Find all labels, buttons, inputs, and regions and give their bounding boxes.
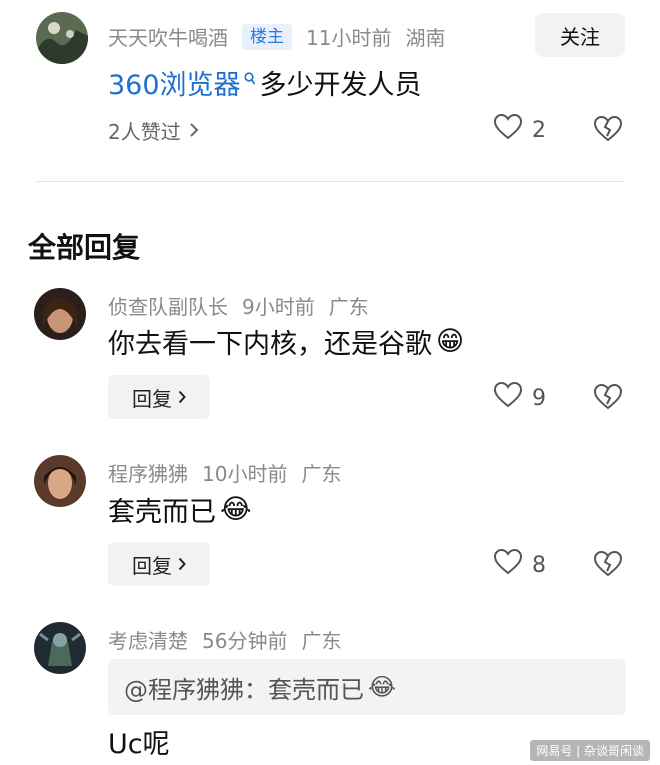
chevron-right-icon bbox=[189, 119, 199, 143]
reply-button-label: 回复 bbox=[132, 386, 172, 411]
broken-heart-icon bbox=[593, 115, 623, 146]
heart-icon bbox=[493, 381, 532, 414]
op-badge: 楼主 bbox=[242, 23, 292, 50]
avatar[interactable] bbox=[36, 12, 88, 64]
dislike-button[interactable] bbox=[593, 115, 623, 146]
reply-author[interactable]: 考虑清楚 bbox=[108, 625, 188, 654]
avatar[interactable] bbox=[34, 622, 86, 674]
like-button[interactable]: 2 bbox=[493, 113, 546, 146]
follow-button[interactable]: 关注 bbox=[535, 13, 625, 57]
post-time: 11小时前 bbox=[306, 26, 392, 50]
chevron-right-icon bbox=[178, 552, 186, 576]
reply-location: 广东 bbox=[301, 629, 342, 653]
like-count: 8 bbox=[532, 552, 546, 578]
grin-emoji-icon: 😁 bbox=[436, 326, 465, 357]
post-content-text: 多少开发人员 bbox=[259, 70, 422, 101]
avatar[interactable] bbox=[34, 455, 86, 507]
dislike-button[interactable] bbox=[593, 550, 623, 581]
search-icon bbox=[243, 62, 256, 93]
like-count: 9 bbox=[532, 385, 546, 411]
section-title: 全部回复 bbox=[28, 231, 141, 264]
like-button[interactable]: 8 bbox=[493, 548, 546, 581]
reply-location: 广东 bbox=[328, 295, 369, 319]
dislike-button[interactable] bbox=[593, 383, 623, 414]
reply-author[interactable]: 侦查队副队长 bbox=[108, 291, 228, 320]
heart-icon bbox=[493, 113, 532, 146]
liked-by-label: 2人赞过 bbox=[108, 120, 181, 144]
liked-by[interactable]: 2人赞过 bbox=[108, 116, 199, 145]
broken-heart-icon bbox=[593, 383, 623, 414]
reply-meta: 考虑清楚 56分钟前 广东 bbox=[108, 625, 355, 654]
reply-content: 套壳而已 😂 bbox=[108, 490, 252, 529]
broken-heart-icon bbox=[593, 550, 623, 581]
chevron-right-icon bbox=[178, 385, 186, 409]
divider bbox=[36, 181, 624, 182]
reply-meta: 程序狒狒 10小时前 广东 bbox=[108, 458, 355, 487]
quoted-reply[interactable]: @程序狒狒：套壳而已 😂 bbox=[108, 659, 626, 715]
reply-location: 广东 bbox=[301, 462, 342, 486]
reply-time: 10小时前 bbox=[202, 462, 288, 486]
post-author[interactable]: 天天吹牛喝酒 bbox=[108, 22, 228, 51]
quoted-text: @程序狒狒：套壳而已 bbox=[124, 675, 364, 704]
heart-icon bbox=[493, 548, 532, 581]
reply-text: 套壳而已 bbox=[108, 497, 216, 528]
reply-text: Uc呢 bbox=[108, 729, 170, 760]
watermark: 网易号 | 杂谈哥闲谈 bbox=[530, 740, 650, 761]
laugh-cry-emoji-icon: 😂 bbox=[368, 673, 397, 701]
reply-button[interactable]: 回复 bbox=[108, 375, 210, 419]
post-location: 湖南 bbox=[405, 26, 446, 50]
avatar[interactable] bbox=[34, 288, 86, 340]
like-count: 2 bbox=[532, 117, 546, 143]
laugh-cry-emoji-icon: 😂 bbox=[220, 494, 252, 525]
reply-content: 你去看一下内核，还是谷歌 😁 bbox=[108, 322, 464, 361]
reply-time: 9小时前 bbox=[242, 295, 315, 319]
post-content-link[interactable]: 360浏览器 bbox=[108, 63, 241, 102]
post-meta: 天天吹牛喝酒 楼主 11小时前 湖南 bbox=[108, 22, 459, 51]
reply-button[interactable]: 回复 bbox=[108, 542, 210, 586]
like-button[interactable]: 9 bbox=[493, 381, 546, 414]
reply-button-label: 回复 bbox=[132, 553, 172, 578]
reply-text: 你去看一下内核，还是谷歌 bbox=[108, 329, 432, 360]
reply-meta: 侦查队副队长 9小时前 广东 bbox=[108, 291, 383, 320]
post-content: 360浏览器 多少开发人员 bbox=[108, 62, 422, 103]
reply-content: Uc呢 bbox=[108, 722, 170, 761]
reply-author[interactable]: 程序狒狒 bbox=[108, 458, 188, 487]
reply-time: 56分钟前 bbox=[202, 629, 288, 653]
